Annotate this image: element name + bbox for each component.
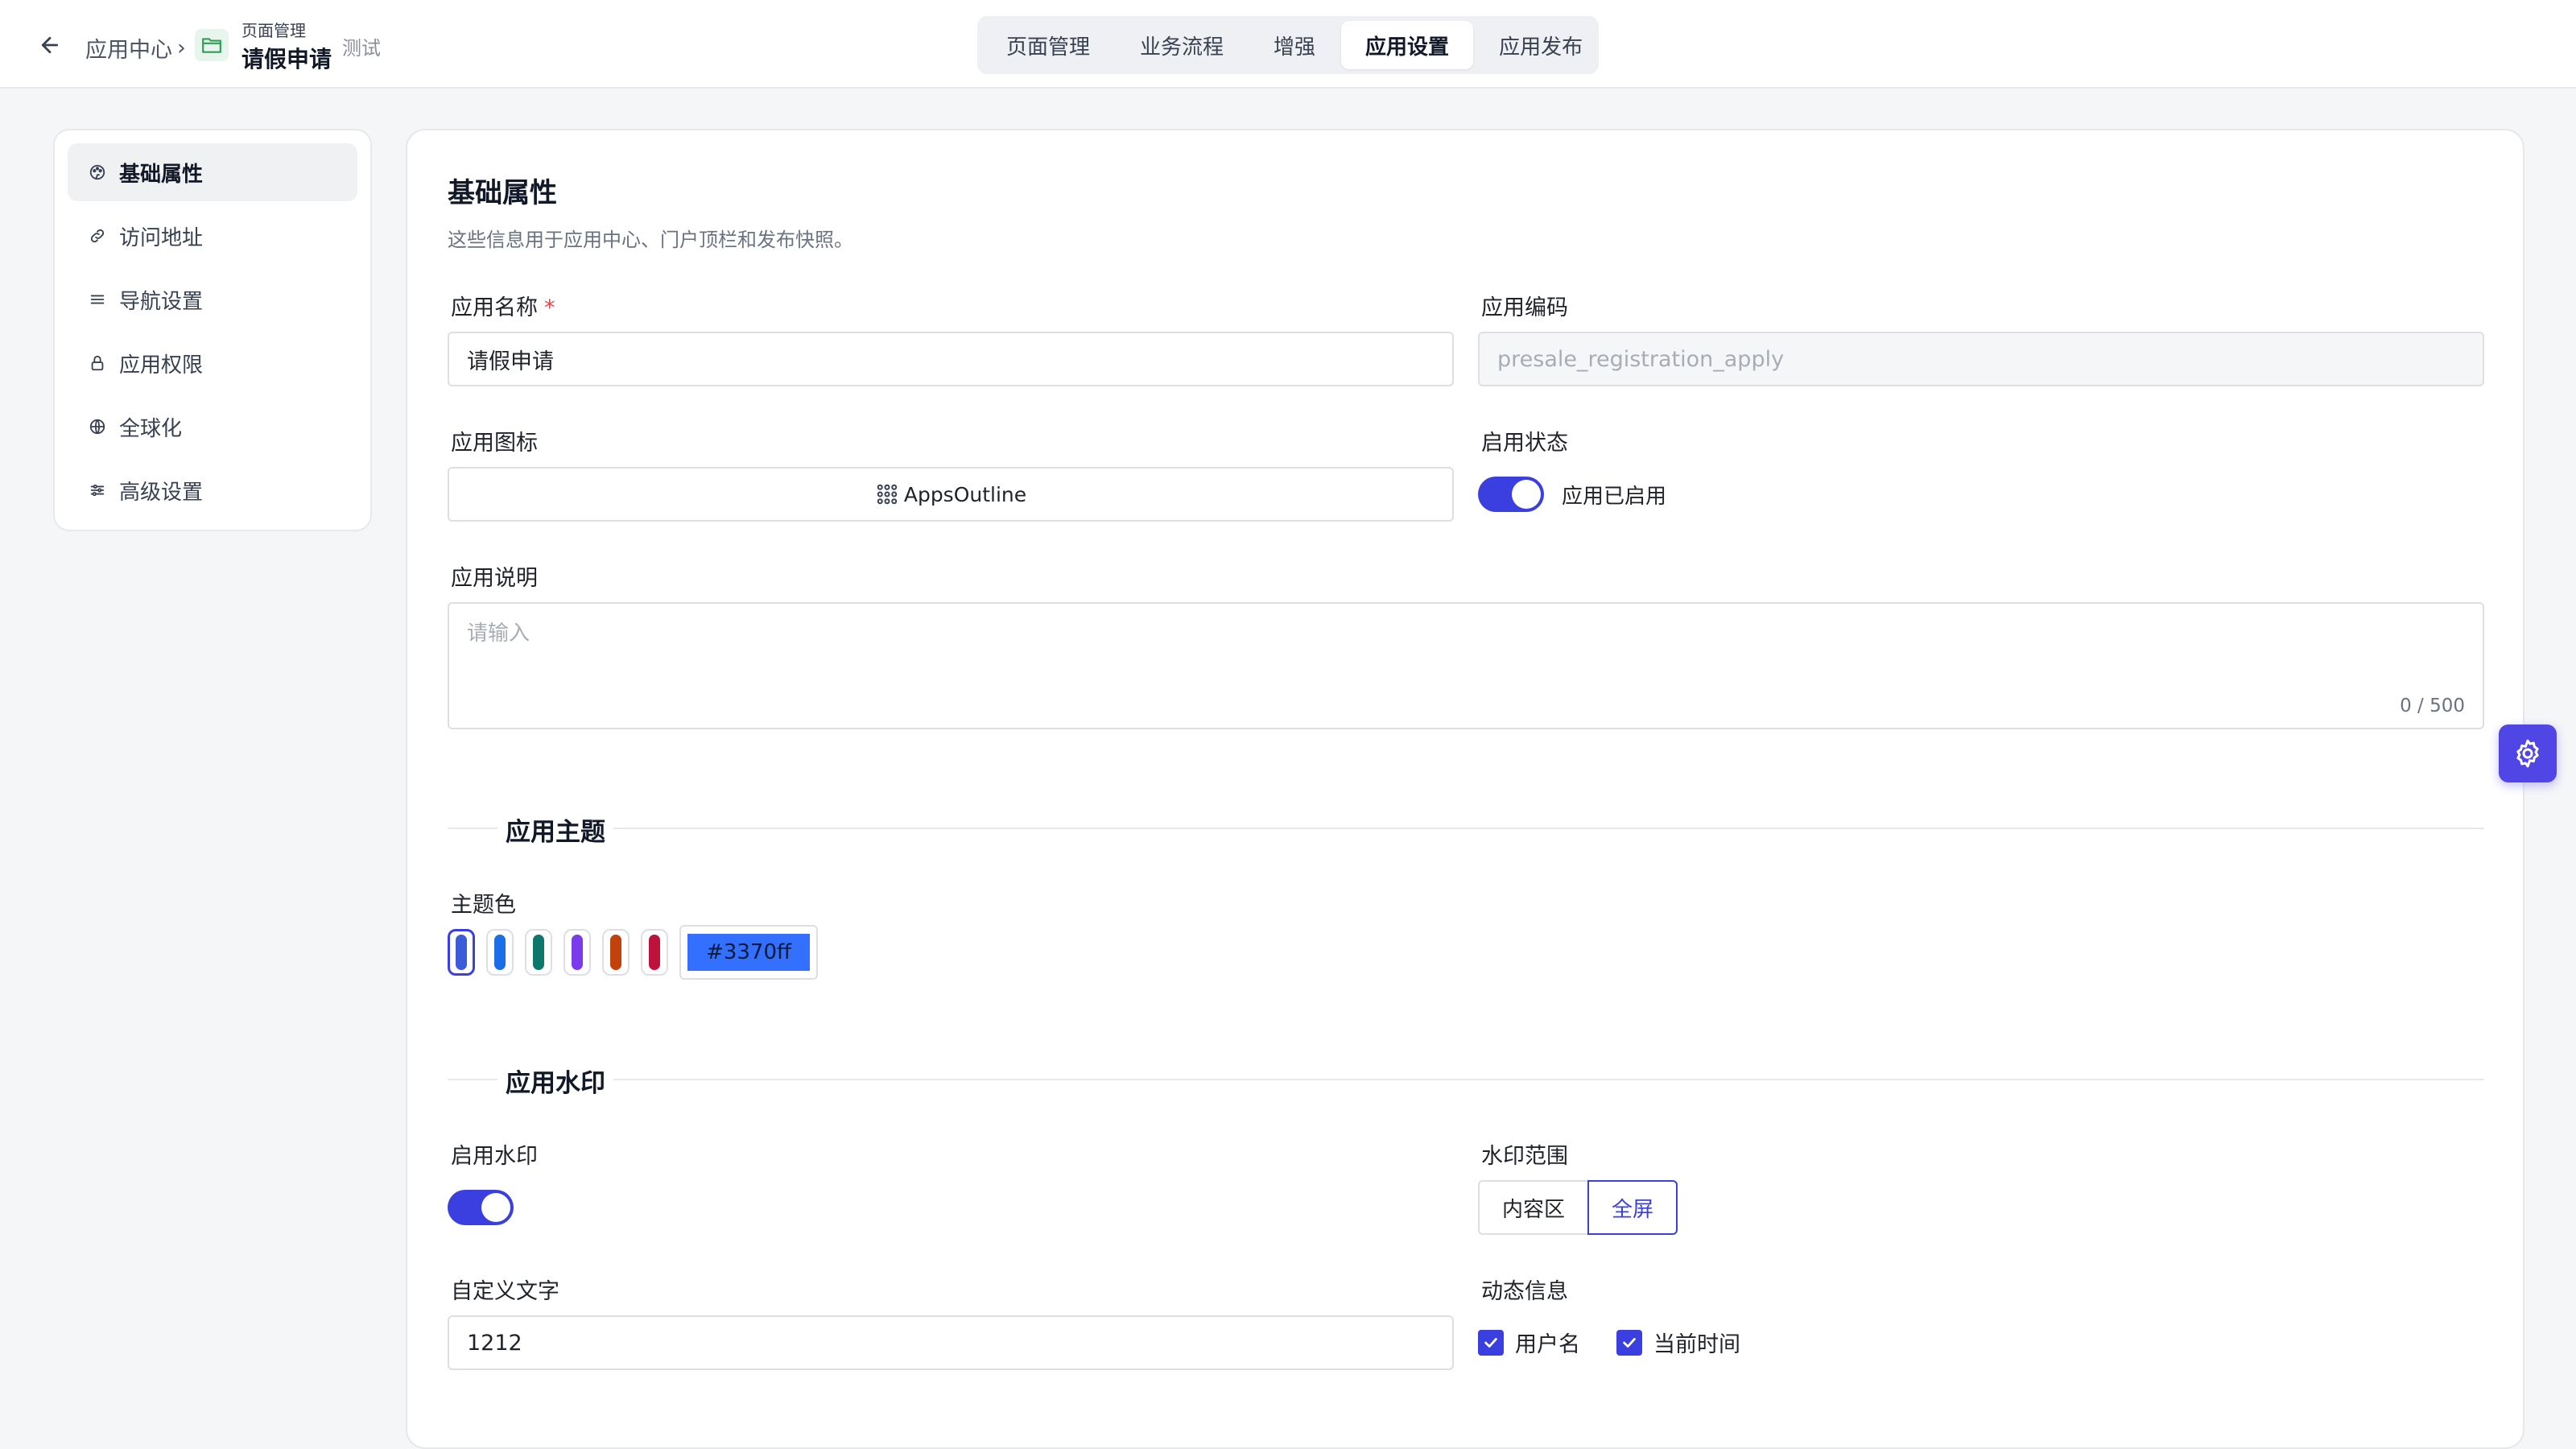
- folder-icon: [195, 29, 229, 61]
- sidebar-item-label: 导航设置: [119, 289, 204, 314]
- dynamic-info-label: 动态信息: [1481, 1279, 1568, 1304]
- link-icon: [90, 229, 105, 243]
- app-parent-label: 页面管理: [242, 21, 306, 40]
- menu-icon: [90, 295, 105, 304]
- watermark-scope-segmented: 内容区 全屏: [1478, 1180, 1678, 1235]
- sidebar-item-label: 访问地址: [119, 225, 204, 250]
- breadcrumb-separator: ›: [177, 35, 186, 60]
- hex-value: #3370ff: [687, 934, 810, 971]
- checkbox-box: [1478, 1329, 1504, 1356]
- section-heading-basic: 基础属性: [448, 177, 557, 209]
- palette-icon: [89, 164, 105, 180]
- scope-option-content[interactable]: 内容区: [1478, 1180, 1588, 1235]
- apps-outline-icon: [877, 484, 898, 505]
- theme-color-label: 主题色: [451, 893, 516, 918]
- env-tag: 测试: [342, 37, 381, 60]
- app-icon-picker[interactable]: AppsOutline: [448, 467, 1454, 522]
- watermark-toggle[interactable]: [448, 1190, 514, 1225]
- watermark-enable-label: 启用水印: [451, 1144, 538, 1169]
- sidebar-item-permissions[interactable]: 应用权限: [68, 334, 357, 392]
- arrow-left-icon: [41, 36, 59, 54]
- sidebar-item-basic[interactable]: 基础属性: [68, 143, 357, 201]
- swatch-color: [610, 935, 621, 970]
- checkbox-username[interactable]: 用户名: [1478, 1327, 1580, 1358]
- app-description-textarea[interactable]: 请输入 0 / 500: [448, 602, 2484, 729]
- toggle-knob: [481, 1193, 510, 1222]
- watermark-divider: [448, 1079, 2484, 1080]
- breadcrumb-root-label: 应用中心: [85, 38, 172, 63]
- sidebar-item-access-url[interactable]: 访问地址: [68, 207, 357, 265]
- swatch-color: [533, 935, 544, 970]
- back-button[interactable]: [31, 27, 69, 63]
- checkbox-box: [1616, 1329, 1642, 1356]
- theme-swatch-4[interactable]: [564, 929, 591, 976]
- scope-option-fullscreen[interactable]: 全屏: [1587, 1180, 1678, 1235]
- sidebar-item-label: 高级设置: [119, 480, 204, 505]
- tab-app-publish[interactable]: 应用发布: [1475, 21, 1607, 69]
- sliders-icon: [90, 484, 105, 497]
- required-mark: *: [544, 295, 555, 320]
- swatch-color: [456, 935, 467, 970]
- theme-divider: [448, 828, 2484, 829]
- app-title: 请假申请: [242, 46, 332, 72]
- settings-sidebar: 基础属性 访问地址 导航设置 应用权限 全球化 高级设置: [53, 129, 372, 531]
- tab-app-settings[interactable]: 应用设置: [1341, 21, 1474, 69]
- desc-char-counter: 0 / 500: [2400, 696, 2465, 716]
- breadcrumb-app-center[interactable]: 应用中心 ›: [85, 32, 186, 64]
- theme-section-title: 应用主题: [497, 811, 613, 848]
- theme-swatch-3[interactable]: [525, 929, 552, 976]
- sidebar-item-advanced[interactable]: 高级设置: [68, 461, 357, 519]
- settings-panel: 基础属性 这些信息用于应用中心、门户顶栏和发布快照。 应用名称 * 请假申请 应用…: [406, 129, 2524, 1449]
- top-bar: 应用中心 › 页面管理 请假申请 测试 页面管理 业务流程 增强 应用设置 应用…: [0, 0, 2576, 89]
- tab-page-management[interactable]: 页面管理: [982, 21, 1114, 69]
- globe-icon: [89, 419, 105, 435]
- check-icon: [1484, 1337, 1497, 1348]
- check-icon: [1623, 1337, 1636, 1348]
- tab-enhance[interactable]: 增强: [1249, 21, 1340, 69]
- swatch-color: [572, 935, 583, 970]
- desc-label: 应用说明: [451, 566, 538, 591]
- swatch-color: [649, 935, 660, 970]
- custom-text-input[interactable]: 1212: [448, 1315, 1454, 1370]
- theme-swatch-2[interactable]: [486, 929, 514, 976]
- app-icon-label: 应用图标: [451, 431, 538, 456]
- app-code-label: 应用编码: [1481, 295, 1568, 320]
- status-text: 应用已启用: [1562, 485, 1667, 509]
- theme-swatch-1[interactable]: [448, 929, 475, 976]
- lock-icon: [91, 355, 104, 371]
- watermark-section-title: 应用水印: [497, 1063, 613, 1099]
- gear-icon: [2516, 739, 2539, 768]
- custom-text-label: 自定义文字: [451, 1279, 559, 1304]
- sidebar-item-label: 基础属性: [119, 162, 204, 187]
- app-name-label-text: 应用名称: [451, 295, 538, 320]
- sidebar-item-label: 全球化: [119, 416, 183, 441]
- sidebar-item-navigation[interactable]: 导航设置: [68, 270, 357, 328]
- app-icon-name: AppsOutline: [903, 482, 1027, 506]
- section-description: 这些信息用于应用中心、门户顶栏和发布快照。: [448, 229, 853, 251]
- checkbox-current-time[interactable]: 当前时间: [1616, 1327, 1740, 1358]
- swatch-color: [494, 935, 506, 970]
- checkbox-label: 用户名: [1515, 1332, 1580, 1357]
- toggle-knob: [1512, 480, 1541, 509]
- theme-swatch-5[interactable]: [602, 929, 630, 976]
- app-code-input: presale_registration_apply: [1478, 332, 2484, 386]
- status-label: 启用状态: [1481, 431, 1568, 456]
- sidebar-item-i18n[interactable]: 全球化: [68, 398, 357, 456]
- app-name-input[interactable]: 请假申请: [448, 332, 1454, 386]
- tab-business-flow[interactable]: 业务流程: [1116, 21, 1248, 69]
- sidebar-item-label: 应用权限: [119, 353, 204, 378]
- app-status-toggle[interactable]: [1478, 477, 1544, 512]
- checkbox-label: 当前时间: [1653, 1332, 1740, 1357]
- app-name-label: 应用名称 *: [451, 290, 555, 321]
- theme-swatch-6[interactable]: [641, 929, 668, 976]
- theme-hex-input[interactable]: #3370ff: [679, 925, 818, 980]
- watermark-scope-label: 水印范围: [1481, 1144, 1568, 1169]
- floating-settings-button[interactable]: [2499, 724, 2557, 782]
- main-tabs: 页面管理 业务流程 增强 应用设置 应用发布: [977, 16, 1599, 74]
- desc-placeholder: 请输入: [467, 621, 530, 646]
